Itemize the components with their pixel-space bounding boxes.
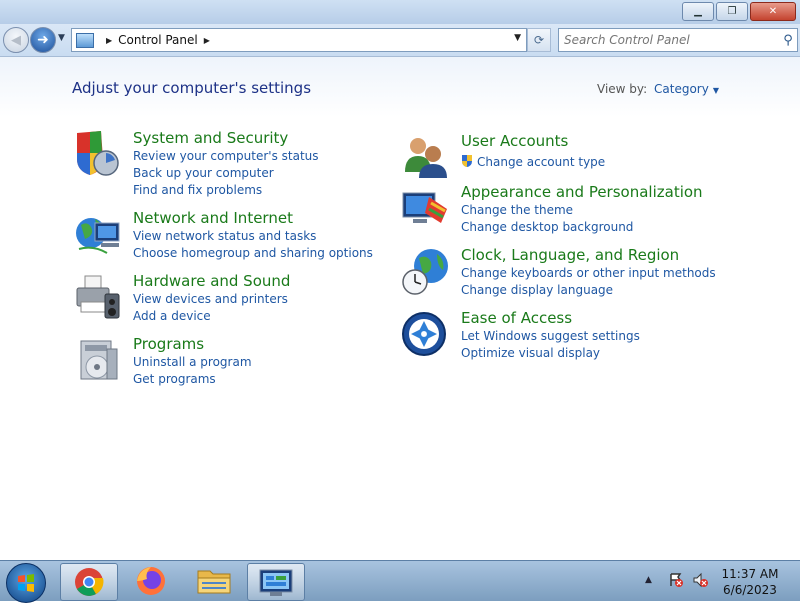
recent-pages-dropdown[interactable]: ▼ (58, 33, 65, 43)
add-device-link[interactable]: Add a device (133, 308, 290, 325)
network-globe-icon[interactable] (73, 209, 123, 259)
programs-icon[interactable] (73, 335, 123, 385)
window-controls: ▁ ❐ ✕ (680, 2, 796, 21)
action-center-icon[interactable] (668, 572, 684, 588)
navigation-bar: ◀ ➜ ▼ ▶ Control Panel ▶ ▼ ⟳ ⚲ (0, 24, 800, 57)
taskbar-explorer[interactable] (186, 563, 242, 599)
ease-of-access-title[interactable]: Ease of Access (461, 309, 640, 328)
control-panel-icon (259, 569, 293, 596)
suggest-settings-link[interactable]: Let Windows suggest settings (461, 328, 640, 345)
folder-icon (197, 570, 231, 594)
clock-language-region-title[interactable]: Clock, Language, and Region (461, 246, 716, 265)
clock-time[interactable]: 11:37 AM (715, 566, 785, 582)
volume-muted-icon[interactable] (692, 572, 708, 588)
optimize-display-link[interactable]: Optimize visual display (461, 345, 640, 362)
minimize-button[interactable]: ▁ (682, 2, 714, 21)
taskbar-firefox[interactable] (123, 563, 179, 599)
search-box[interactable]: ⚲ (558, 28, 798, 52)
title-bar: ▁ ❐ ✕ (0, 0, 800, 24)
windows-logo-icon (18, 574, 34, 592)
breadcrumb-separator[interactable]: ▶ (106, 36, 112, 45)
network-status-link[interactable]: View network status and tasks (133, 228, 373, 245)
breadcrumb-control-panel[interactable]: Control Panel (118, 33, 198, 47)
change-display-language-link[interactable]: Change display language (461, 282, 716, 299)
programs-title[interactable]: Programs (133, 335, 252, 354)
change-account-type-link[interactable]: Change account type (461, 154, 605, 171)
appearance-title[interactable]: Appearance and Personalization (461, 183, 703, 202)
taskbar-control-panel[interactable] (247, 563, 305, 601)
devices-printers-link[interactable]: View devices and printers (133, 291, 290, 308)
show-hidden-icons-button[interactable]: ▲ (645, 575, 652, 585)
search-input[interactable] (559, 30, 779, 50)
address-bar[interactable]: ▶ Control Panel ▶ ▼ (71, 28, 527, 52)
breadcrumb-separator-2[interactable]: ▶ (204, 36, 210, 45)
close-button[interactable]: ✕ (750, 2, 796, 21)
clock-globe-icon[interactable] (401, 246, 451, 296)
firefox-icon (137, 567, 165, 595)
forward-button[interactable]: ➜ (30, 27, 56, 53)
address-dropdown-button[interactable]: ▼ (514, 33, 521, 43)
printer-icon[interactable] (73, 272, 123, 322)
change-background-link[interactable]: Change desktop background (461, 219, 703, 236)
homegroup-sharing-link[interactable]: Choose homegroup and sharing options (133, 245, 373, 262)
review-status-link[interactable]: Review your computer's status (133, 148, 319, 165)
change-theme-link[interactable]: Change the theme (461, 202, 703, 219)
user-accounts-title[interactable]: User Accounts (461, 132, 605, 151)
refresh-button[interactable]: ⟳ (527, 28, 551, 52)
change-account-type-label[interactable]: Change account type (477, 155, 605, 169)
page-title: Adjust your computer's settings (72, 79, 312, 97)
uninstall-program-link[interactable]: Uninstall a program (133, 354, 252, 371)
back-button[interactable]: ◀ (3, 27, 29, 53)
find-fix-problems-link[interactable]: Find and fix problems (133, 182, 319, 199)
control-panel-content: Adjust your computer's settings View by:… (0, 57, 800, 560)
change-keyboards-link[interactable]: Change keyboards or other input methods (461, 265, 716, 282)
users-icon[interactable] (401, 132, 451, 182)
search-icon[interactable]: ⚲ (779, 31, 797, 49)
taskbar-clock[interactable]: 11:37 AM 6/6/2023 (715, 566, 785, 598)
control-panel-icon (76, 32, 94, 48)
get-programs-link[interactable]: Get programs (133, 371, 252, 388)
system-security-title[interactable]: System and Security (133, 129, 319, 148)
view-by-caret[interactable]: ▼ (713, 86, 719, 95)
taskbar-chrome[interactable] (60, 563, 118, 601)
view-by-dropdown[interactable]: Category ▼ (654, 82, 719, 96)
back-up-link[interactable]: Back up your computer (133, 165, 319, 182)
appearance-icon[interactable] (401, 183, 451, 233)
ease-of-access-icon[interactable] (401, 309, 451, 359)
clock-date[interactable]: 6/6/2023 (715, 582, 785, 598)
chrome-icon (75, 568, 104, 596)
network-internet-title[interactable]: Network and Internet (133, 209, 373, 228)
start-button[interactable] (6, 563, 46, 603)
uac-shield-icon (462, 155, 472, 167)
hardware-sound-title[interactable]: Hardware and Sound (133, 272, 290, 291)
view-by-value[interactable]: Category (654, 82, 709, 96)
taskbar: ▲ 11:37 AM 6/6/2023 (0, 560, 800, 603)
shield-icon[interactable] (73, 129, 123, 179)
view-by-label: View by: (597, 82, 648, 96)
restore-button[interactable]: ❐ (716, 2, 748, 21)
